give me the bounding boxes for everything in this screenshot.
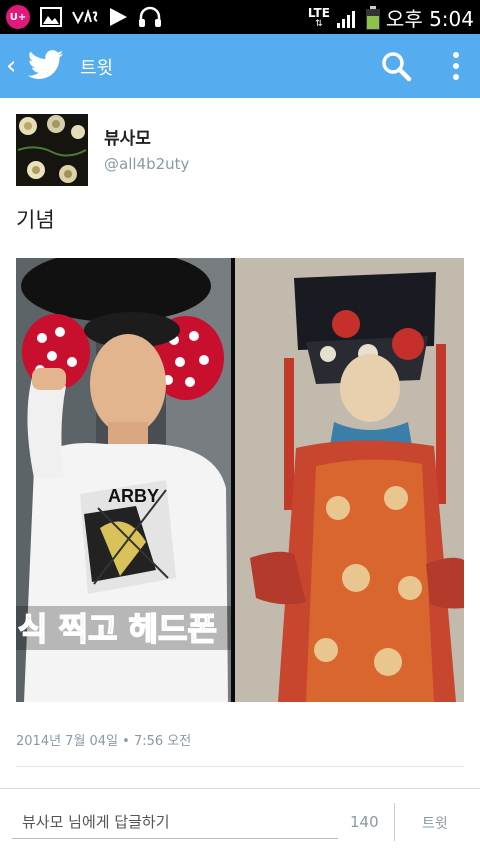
lte-indicator: LTE ⇅ bbox=[308, 7, 330, 29]
play-icon bbox=[110, 8, 127, 26]
app-bar: ‹ 트윗 bbox=[0, 34, 480, 98]
media-caption: 식 찍고 헤드폰 bbox=[18, 610, 217, 648]
send-divider bbox=[394, 803, 395, 841]
overflow-menu-icon[interactable] bbox=[446, 48, 466, 84]
data-arrows-icon: ⇅ bbox=[315, 18, 323, 29]
display-name[interactable]: 뷰사모 bbox=[104, 124, 151, 149]
tweet-text: 기념 bbox=[16, 208, 55, 232]
divider bbox=[16, 766, 464, 767]
avatar[interactable] bbox=[16, 114, 88, 186]
status-bar: U+ LTE ⇅ 오후 5:04 bbox=[0, 0, 480, 34]
network-type: LTE bbox=[307, 5, 330, 20]
reply-input[interactable] bbox=[12, 805, 338, 839]
twitter-bird-icon[interactable] bbox=[28, 50, 64, 80]
reply-bar: 140 트윗 bbox=[0, 788, 480, 854]
clock: 오후 5:04 bbox=[385, 7, 474, 31]
battery-icon bbox=[365, 5, 380, 30]
gallery-icon bbox=[40, 7, 62, 27]
media-left-photo: ARBY 식 찍고 헤드폰 bbox=[16, 258, 231, 702]
user-handle[interactable]: @all4b2uty bbox=[104, 155, 189, 173]
tweet-media[interactable]: ARBY 식 찍고 헤드폰 bbox=[16, 258, 464, 702]
uplus-icon: U+ bbox=[6, 5, 30, 29]
media-right-photo bbox=[235, 258, 464, 702]
character-count: 140 bbox=[350, 813, 379, 831]
screen-title: 트윗 bbox=[80, 58, 114, 79]
tweet-timestamp: 2014년 7월 04일 • 7:56 오전 bbox=[16, 734, 192, 749]
vas-icon bbox=[72, 9, 98, 25]
back-icon[interactable]: ‹ bbox=[6, 51, 16, 81]
search-icon[interactable] bbox=[380, 50, 412, 82]
headphones-icon bbox=[139, 6, 161, 27]
carrier-badge: U+ bbox=[9, 11, 27, 23]
signal-icon bbox=[336, 10, 355, 28]
shirt-text: ARBY bbox=[108, 486, 159, 506]
send-tweet-button[interactable]: 트윗 bbox=[422, 813, 448, 833]
